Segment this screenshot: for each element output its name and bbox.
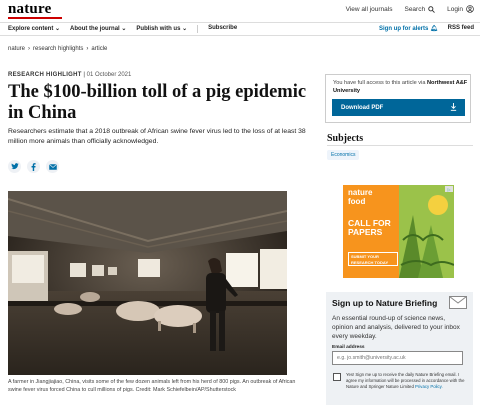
article-meta: RESEARCH HIGHLIGHT | 01 October 2021 [8, 72, 131, 78]
nav-about-label: About the journal [70, 26, 120, 32]
user-icon [466, 5, 474, 13]
nav-publish-label: Publish with us [136, 26, 181, 32]
logo-underline [8, 17, 62, 19]
briefing-title: Sign up to Nature Briefing [332, 298, 438, 308]
advertisement[interactable]: nature food CALL FOR PAPERS SUBMIT YOUR … [343, 185, 454, 278]
briefing-description: An essential round-up of science news, o… [332, 315, 460, 340]
twitter-icon [10, 163, 19, 170]
ad-choices-icon[interactable]: ▷ [445, 186, 453, 192]
facebook-icon [31, 162, 36, 171]
top-links: View all journals Search Login [346, 5, 474, 13]
breadcrumb-nature[interactable]: nature [8, 46, 25, 52]
page-title: The $100-billion toll of a pig epidemic … [8, 82, 307, 123]
subjects-heading: Subjects [327, 133, 364, 144]
ad-brand: nature food [348, 188, 372, 206]
sign-up-alerts-label: Sign up for alerts [379, 26, 429, 32]
login-label: Login [447, 5, 463, 13]
access-box: You have full access to this article via… [325, 74, 471, 123]
access-message: You have full access to this article via… [333, 80, 468, 95]
share-email-button[interactable] [46, 160, 59, 173]
consent-checkbox[interactable] [333, 373, 341, 381]
sign-up-alerts-link[interactable]: Sign up for alerts 🔔︎ [379, 25, 438, 32]
search-icon [428, 5, 435, 13]
photo-caption: A farmer in Jiangjiajiao, China, visits … [8, 379, 296, 393]
rss-feed-link[interactable]: RSS feed [448, 25, 474, 32]
email-label: Email address [332, 345, 365, 350]
nav-explore-label: Explore content [8, 26, 54, 32]
article-date: 01 October 2021 [86, 72, 132, 78]
privacy-policy-link[interactable]: Privacy Policy. [415, 384, 443, 389]
consent-text: Yes! Sign me up to receive the daily Nat… [346, 372, 466, 389]
nav-publish-with-us[interactable]: Publish with us ⌄ [136, 25, 187, 33]
chevron-down-icon: ⌄ [182, 26, 188, 32]
nav-explore-content[interactable]: Explore content ⌄ [8, 25, 60, 33]
subjects-divider [327, 145, 473, 146]
nature-logo[interactable]: nature [8, 1, 51, 18]
nav-subscribe[interactable]: Subscribe [208, 25, 237, 33]
ad-brand-line1: nature [348, 188, 373, 197]
breadcrumb-research-highlights[interactable]: research highlights [33, 46, 83, 52]
view-all-journals-link[interactable]: View all journals [346, 6, 393, 13]
download-pdf-label: Download PDF [341, 104, 384, 111]
breadcrumb: nature › research highlights › article [8, 46, 107, 52]
ad-submit-button[interactable]: SUBMIT YOUR RESEARCH TODAY [348, 252, 398, 266]
bell-icon: 🔔︎ [430, 26, 438, 32]
subject-tag-economics[interactable]: Economics [327, 150, 360, 160]
search-label: Search [404, 5, 426, 13]
chevron-down-icon: ⌄ [121, 26, 127, 32]
ad-call-line2: PAPERS [348, 227, 383, 237]
briefing-signup: Sign up to Nature Briefing An essential … [326, 292, 473, 405]
breadcrumb-separator-icon: › [28, 46, 31, 52]
login-link[interactable]: Login [447, 5, 474, 13]
article-standfirst: Researchers estimate that a 2018 outbrea… [8, 128, 306, 145]
share-buttons [8, 160, 59, 173]
email-field[interactable] [332, 351, 463, 365]
ad-headline: CALL FOR PAPERS [348, 219, 391, 237]
article-photo [8, 191, 287, 375]
download-pdf-button[interactable]: Download PDF [332, 99, 465, 116]
consent-label: Yes! Sign me up to receive the daily Nat… [346, 372, 465, 389]
download-icon [450, 103, 457, 111]
ad-brand-line2: food [348, 197, 366, 206]
breadcrumb-separator-icon: › [86, 46, 89, 52]
breadcrumb-article: article [91, 46, 108, 52]
main-nav: Explore content ⌄ About the journal ⌄ Pu… [0, 22, 480, 36]
access-text: You have full access to this article via [333, 80, 426, 86]
pig-barn-image [8, 191, 287, 375]
top-bar: nature View all journals Search Login [0, 0, 480, 20]
nav-about-journal[interactable]: About the journal ⌄ [70, 25, 126, 33]
email-icon [48, 163, 57, 170]
nav-divider [197, 25, 199, 33]
share-twitter-button[interactable] [8, 160, 21, 173]
chevron-down-icon: ⌄ [55, 26, 61, 32]
article-type: RESEARCH HIGHLIGHT [8, 72, 82, 78]
envelope-icon [449, 296, 467, 309]
search-link[interactable]: Search [404, 6, 435, 13]
share-facebook-button[interactable] [27, 160, 40, 173]
